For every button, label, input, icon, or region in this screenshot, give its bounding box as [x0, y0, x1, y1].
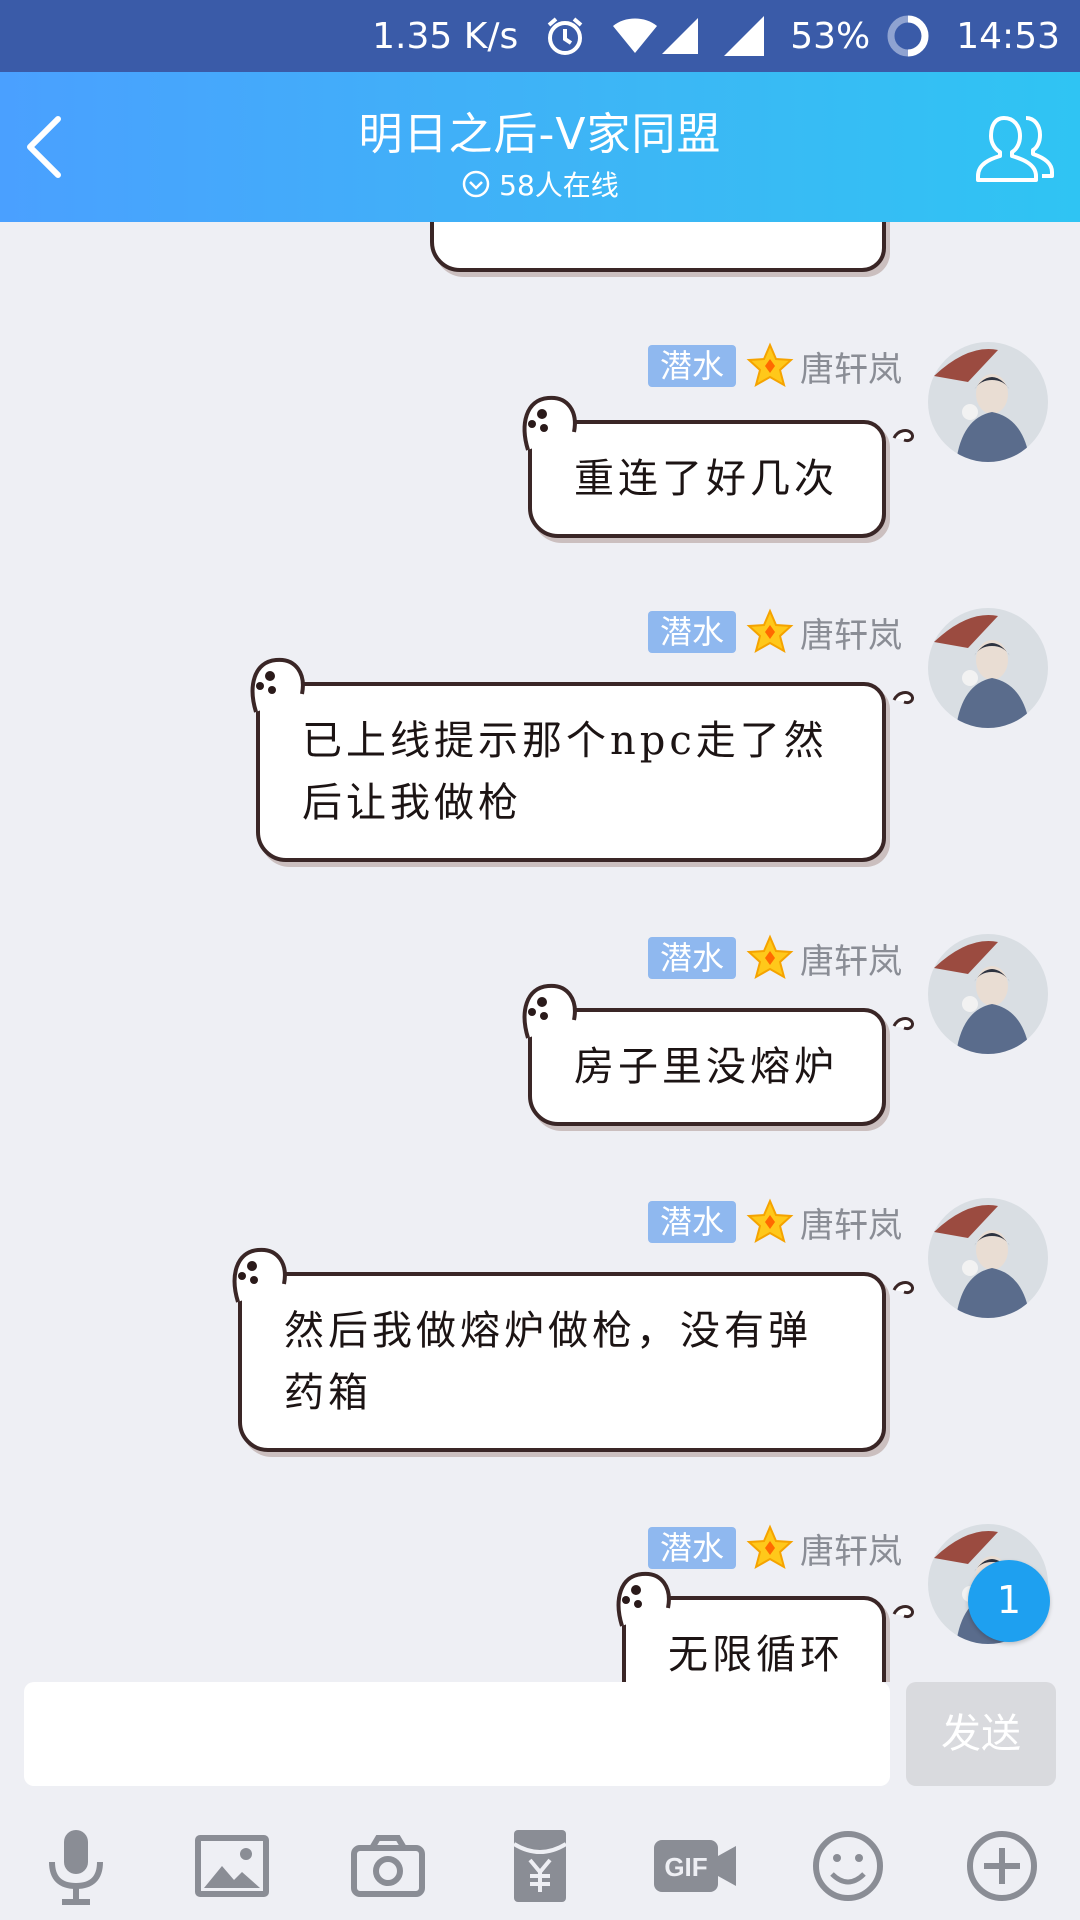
online-count[interactable]: 58人在线	[0, 164, 1080, 204]
avatar[interactable]	[928, 342, 1048, 462]
message-list[interactable]: 潜水 唐轩岚 重连了好几次 潜水 唐轩岚 已上线提示那个npc走了然 后让我做枪…	[0, 222, 1080, 1682]
chat-header: 明日之后-V家同盟 58人在线	[0, 72, 1080, 222]
message-meta: 潜水 唐轩岚	[647, 1198, 902, 1247]
sender-name[interactable]: 唐轩岚	[800, 934, 902, 983]
emoji-icon	[813, 1831, 883, 1901]
emoji-button[interactable]	[808, 1826, 888, 1906]
microphone-icon	[49, 1830, 103, 1905]
sender-name[interactable]: 唐轩岚	[800, 342, 902, 391]
message-meta: 潜水 唐轩岚	[647, 1524, 902, 1573]
message-meta: 潜水 唐轩岚	[647, 608, 902, 657]
member-badge: 潜水	[647, 611, 736, 653]
message-bubble[interactable]: 已上线提示那个npc走了然 后让我做枪	[250, 657, 914, 862]
camera-icon	[351, 1835, 425, 1897]
ghost-decoration-icon	[522, 395, 577, 451]
star-icon	[746, 608, 794, 654]
bubble-tail-icon	[892, 1605, 914, 1618]
wifi-icon	[612, 17, 658, 55]
star-icon	[746, 1198, 794, 1244]
member-badge: 潜水	[647, 937, 736, 979]
sender-name[interactable]: 唐轩岚	[800, 608, 902, 657]
message-text: 重连了好几次	[574, 456, 838, 502]
message-bubble[interactable]: 房子里没熔炉	[522, 983, 914, 1126]
people-icon	[976, 116, 1054, 182]
gif-button[interactable]: GIF	[650, 1826, 740, 1906]
ghost-decoration-icon	[616, 1571, 671, 1627]
message-meta: 潜水 唐轩岚	[647, 934, 902, 983]
signal-icon-1	[662, 18, 699, 54]
message-bubble[interactable]: 重连了好几次	[522, 395, 914, 538]
red-packet-icon	[512, 1830, 568, 1902]
svg-text:GIF: GIF	[664, 1852, 707, 1882]
group-title[interactable]: 明日之后-V家同盟	[0, 98, 1080, 162]
message-text: 房子里没熔炉	[574, 1044, 838, 1090]
star-icon	[746, 934, 794, 980]
photo-button[interactable]	[192, 1826, 272, 1906]
message-text: 已上线提示那个npc走了然	[302, 718, 828, 764]
alarm-icon	[544, 15, 586, 57]
message-text: 后让我做枪	[302, 780, 522, 826]
bubble-tail-icon	[892, 1017, 914, 1030]
sender-name[interactable]: 唐轩岚	[800, 1198, 902, 1247]
image-icon	[195, 1835, 269, 1897]
red-packet-button[interactable]	[500, 1826, 580, 1906]
message-bubble-partial[interactable]	[430, 222, 886, 272]
message-text: 无限循环	[668, 1632, 844, 1678]
member-badge: 潜水	[647, 1201, 736, 1243]
member-badge: 潜水	[647, 1527, 736, 1569]
member-badge: 潜水	[647, 345, 736, 387]
network-speed: 1.35 K/s	[372, 15, 519, 57]
online-count-text: 58人在线	[499, 169, 619, 202]
ghost-decoration-icon	[232, 1247, 287, 1303]
battery-icon	[886, 14, 930, 58]
battery-percent: 53%	[790, 15, 871, 57]
message-text: 然后我做熔炉做枪，没有弹	[284, 1308, 812, 1354]
unread-count-badge[interactable]: 1	[968, 1560, 1050, 1642]
plus-icon	[967, 1831, 1037, 1901]
avatar[interactable]	[928, 608, 1048, 728]
avatar[interactable]	[928, 934, 1048, 1054]
send-button[interactable]: 发送	[906, 1682, 1056, 1786]
ghost-decoration-icon	[250, 657, 305, 713]
input-toolbar: GIF	[0, 1806, 1080, 1920]
input-row: 发送	[0, 1682, 1080, 1792]
ghost-decoration-icon	[522, 983, 577, 1039]
bubble-tail-icon	[892, 691, 914, 704]
message-meta: 潜水 唐轩岚	[647, 342, 902, 391]
message-input[interactable]	[24, 1682, 890, 1786]
group-members-button[interactable]	[974, 110, 1058, 186]
more-button[interactable]	[962, 1826, 1042, 1906]
chevron-circle-icon	[462, 170, 490, 198]
avatar[interactable]	[928, 1198, 1048, 1318]
sender-name[interactable]: 唐轩岚	[800, 1524, 902, 1573]
star-icon	[746, 342, 794, 388]
signal-icon-2	[724, 16, 765, 56]
message-bubble[interactable]: 无限循环	[616, 1571, 914, 1682]
voice-button[interactable]	[36, 1826, 116, 1906]
gif-icon: GIF	[654, 1840, 736, 1892]
message-bubble[interactable]: 然后我做熔炉做枪，没有弹 药箱	[232, 1247, 914, 1452]
message-text: 药箱	[284, 1370, 372, 1416]
star-icon	[746, 1524, 794, 1570]
clock: 14:53	[956, 15, 1060, 57]
status-bar: 1.35 K/s 53% 14:53	[0, 0, 1080, 72]
bubble-tail-icon	[892, 1281, 914, 1294]
bubble-tail-icon	[892, 429, 914, 442]
camera-button[interactable]	[348, 1826, 428, 1906]
